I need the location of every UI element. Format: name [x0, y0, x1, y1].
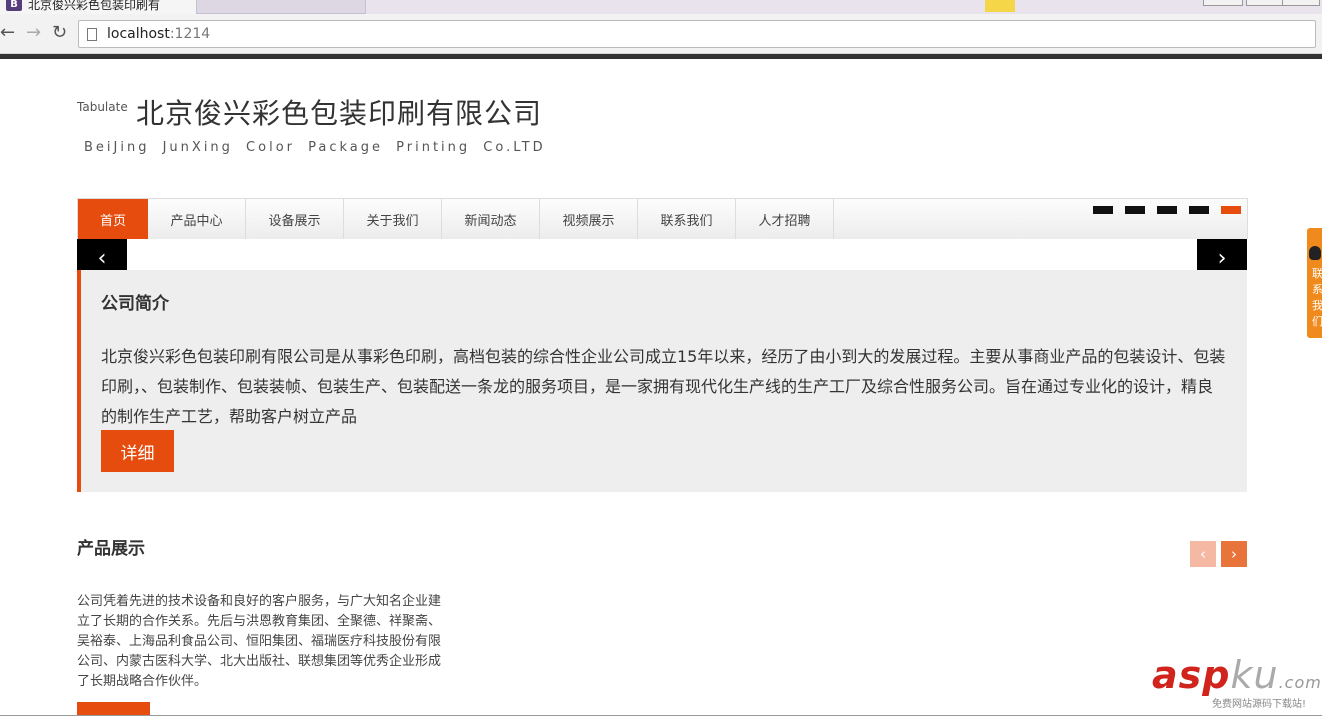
slide-dot[interactable] [1189, 206, 1209, 214]
products-heading: 产品展示 [77, 539, 145, 559]
intro-section: ‹ › 公司简介 北京俊兴彩色包装印刷有限公司是从事彩色印刷，高档包装的综合性企… [77, 239, 1247, 492]
products-more-button[interactable] [77, 702, 150, 716]
chevron-right-icon: › [1217, 246, 1227, 271]
company-name: 北京俊兴彩色包装印刷有限公司 [136, 97, 543, 130]
main-nav: 首页 产品中心 设备展示 关于我们 新闻动态 视频展示 联系我们 人才招聘 [77, 198, 1248, 239]
bootstrap-favicon-icon: B [6, 0, 22, 11]
browser-user-icon[interactable] [985, 0, 1015, 12]
browser-tab-inactive[interactable] [196, 0, 366, 14]
slider-strip: ‹ › [77, 239, 1247, 270]
maximize-button[interactable] [1246, 0, 1286, 6]
reload-icon[interactable]: ↻ [52, 23, 67, 43]
intro-text: 北京俊兴彩色包装印刷有限公司是从事彩色印刷，高档包装的综合性企业公司成立15年以… [101, 347, 1226, 426]
detail-button[interactable]: 详细 [101, 430, 174, 472]
intro-accent-bar [77, 270, 81, 492]
browser-tabstrip: B 北京俊兴彩色包装印刷有 [0, 0, 1322, 14]
slider-prev-button[interactable]: ‹ [77, 239, 127, 270]
close-window-button[interactable] [1282, 0, 1320, 6]
browser-tab-active[interactable]: B 北京俊兴彩色包装印刷有 [0, 0, 198, 14]
float-contact-text: 联系我们 [1312, 267, 1322, 328]
products-next-button[interactable]: › [1221, 541, 1247, 567]
minimize-button[interactable] [1203, 0, 1243, 6]
brand-tagline: Tabulate [77, 100, 128, 114]
products-text: 公司凭着先进的技术设备和良好的客户服务，与广大知名企业建立了长期的合作关系。先后… [77, 594, 442, 689]
nav-item-3[interactable]: 关于我们 [344, 199, 442, 239]
page-icon [87, 27, 97, 41]
nav-item-1[interactable]: 产品中心 [148, 199, 246, 239]
company-name-en: BeiJing JunXing Color Package Printing C… [84, 140, 546, 155]
forward-arrow-icon[interactable]: → [26, 23, 41, 43]
slide-dot[interactable] [1125, 206, 1145, 214]
chevron-left-icon: ‹ [1200, 545, 1206, 563]
qq-penguin-icon [1309, 246, 1321, 260]
url-text: localhost:1214 [107, 26, 211, 42]
slide-dot[interactable] [1093, 206, 1113, 214]
slider-next-button[interactable]: › [1197, 239, 1247, 270]
top-divider [0, 54, 1322, 59]
back-arrow-icon[interactable]: ← [0, 23, 15, 43]
slide-dot[interactable] [1221, 206, 1241, 214]
slide-dot[interactable] [1157, 206, 1177, 214]
nav-item-4[interactable]: 新闻动态 [442, 199, 540, 239]
nav-item-2[interactable]: 设备展示 [246, 199, 344, 239]
slide-indicators [1093, 206, 1241, 214]
nav-item-7[interactable]: 人才招聘 [736, 199, 834, 239]
nav-item-0[interactable]: 首页 [78, 199, 148, 239]
nav-item-5[interactable]: 视频展示 [540, 199, 638, 239]
chevron-right-icon: › [1231, 545, 1237, 563]
float-contact-widget[interactable]: 联系我们 [1307, 228, 1322, 338]
aspku-watermark: aspku.com 免费网站源码下载站! [1152, 653, 1322, 710]
nav-item-6[interactable]: 联系我们 [638, 199, 736, 239]
intro-heading: 公司简介 [101, 294, 169, 314]
tab-title: 北京俊兴彩色包装印刷有 [28, 0, 161, 12]
chevron-left-icon: ‹ [97, 246, 107, 271]
address-bar-row: ← → ↻ localhost:1214 [0, 14, 1322, 54]
products-prev-button[interactable]: ‹ [1190, 541, 1216, 567]
url-input[interactable]: localhost:1214 [78, 20, 1316, 48]
